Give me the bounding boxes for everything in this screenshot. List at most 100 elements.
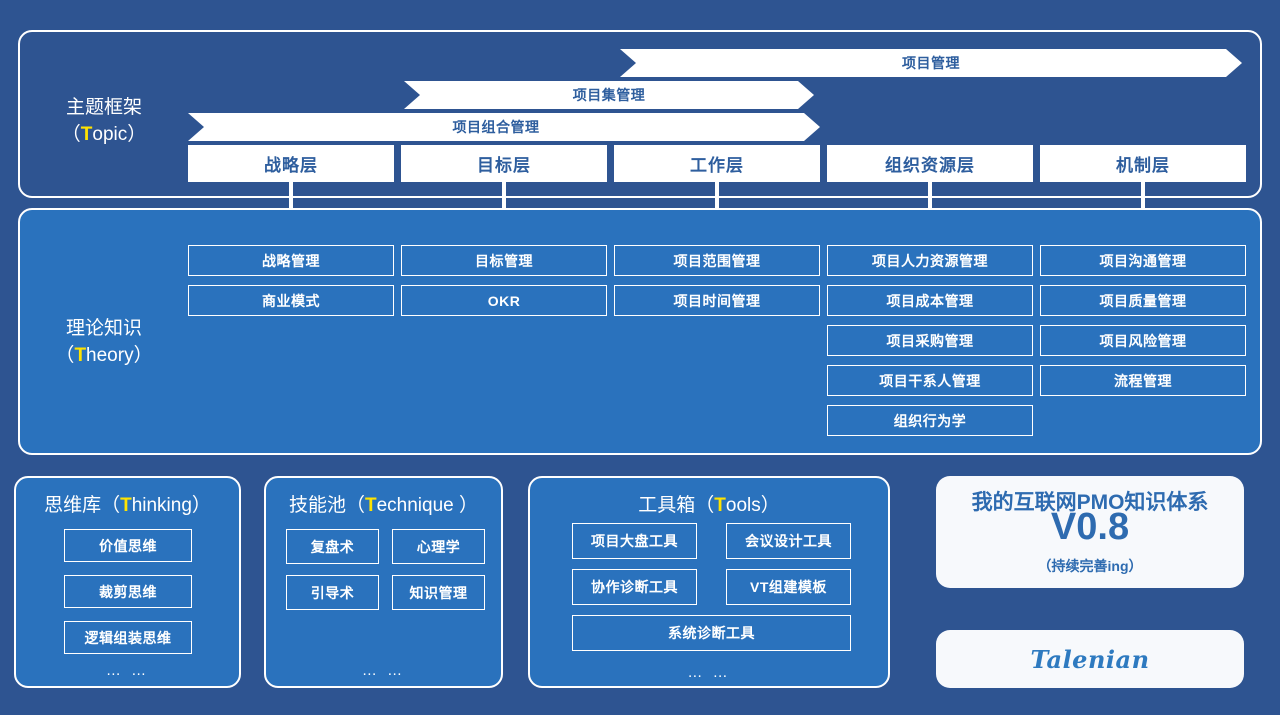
topic-caption: 主题框架 （Topic） [38, 95, 170, 149]
chip-label: 价值思维 [99, 537, 157, 554]
theory-chip-label: 商业模式 [262, 292, 320, 309]
theory-chip-label: 流程管理 [1114, 372, 1172, 389]
version-subtitle: （持续完善ing） [1037, 558, 1143, 574]
title-cn: 思维库（ [44, 495, 121, 516]
banner-label: 项目组合管理 [452, 119, 540, 135]
theory-chip[interactable]: 项目采购管理 [827, 325, 1033, 356]
theory-chip-label: 目标管理 [475, 252, 533, 269]
technique-item[interactable]: 心理学 [392, 529, 485, 564]
technique-panel: 技能池（Technique ） 复盘术 心理学 引导术 知识管理 … … [264, 476, 503, 688]
layer-box-mechanism[interactable]: 机制层 [1040, 145, 1246, 182]
thinking-item[interactable]: 逻辑组装思维 [64, 621, 192, 654]
chip-label: 复盘术 [310, 538, 355, 555]
tools-ellipsis: … … [687, 664, 731, 681]
technique-item[interactable]: 引导术 [286, 575, 379, 610]
title-initial: T [714, 495, 726, 516]
chip-label: 裁剪思维 [99, 583, 157, 600]
chip-label: 协作诊断工具 [591, 579, 678, 595]
logo-card: Talenian [936, 630, 1244, 688]
topic-initial: T [80, 123, 93, 145]
paren-open: （ [55, 344, 75, 366]
tools-item[interactable]: 系统诊断工具 [572, 615, 851, 651]
theory-chip-label: 项目干系人管理 [879, 372, 981, 389]
theory-initial: T [74, 344, 87, 366]
chip-label: 项目大盘工具 [591, 533, 678, 549]
layer-label: 目标层 [477, 156, 531, 175]
layer-label: 机制层 [1116, 156, 1170, 175]
theory-chip-label: 项目范围管理 [673, 252, 761, 269]
theory-chip[interactable]: 流程管理 [1040, 365, 1246, 396]
theory-chip-label: 组织行为学 [893, 412, 967, 429]
theory-chip-label: OKR [487, 292, 521, 309]
chip-label: 引导术 [310, 584, 355, 601]
theory-caption-en: （Theory） [38, 343, 170, 370]
chip-label: 心理学 [416, 538, 461, 555]
layer-label: 工作层 [690, 156, 744, 175]
theory-chip[interactable]: 项目沟通管理 [1040, 245, 1246, 276]
layer-box-goal[interactable]: 目标层 [401, 145, 607, 182]
theory-chip[interactable]: 项目范围管理 [614, 245, 820, 276]
theory-chip[interactable]: 项目质量管理 [1040, 285, 1246, 316]
chip-label: 系统诊断工具 [668, 625, 755, 641]
chip-label: VT组建模板 [750, 579, 827, 595]
banner-portfolio-management[interactable]: 项目组合管理 [188, 113, 820, 141]
thinking-item[interactable]: 裁剪思维 [64, 575, 192, 608]
theory-chip[interactable]: 战略管理 [188, 245, 394, 276]
layer-box-strategy[interactable]: 战略层 [188, 145, 394, 182]
thinking-item[interactable]: 价值思维 [64, 529, 192, 562]
theory-chip[interactable]: 项目风险管理 [1040, 325, 1246, 356]
layer-box-work[interactable]: 工作层 [614, 145, 820, 182]
version-card: 我的互联网PMO知识体系 V0.8 （持续完善ing） [936, 476, 1244, 588]
tools-item[interactable]: 协作诊断工具 [572, 569, 697, 605]
thinking-panel: 思维库（Thinking） 价值思维 裁剪思维 逻辑组装思维 … … [14, 476, 241, 688]
banner-program-management[interactable]: 项目集管理 [404, 81, 814, 109]
theory-caption-cn: 理论知识 [65, 318, 142, 339]
thinking-panel-title: 思维库（Thinking） [16, 490, 239, 517]
theory-chip[interactable]: 项目人力资源管理 [827, 245, 1033, 276]
theory-chip[interactable]: 项目成本管理 [827, 285, 1033, 316]
theory-chip-label: 项目质量管理 [1099, 292, 1187, 309]
tools-item[interactable]: 会议设计工具 [726, 523, 851, 559]
theory-chip[interactable]: 商业模式 [188, 285, 394, 316]
brand-logo-text: Talenian [1030, 644, 1150, 674]
title-cn: 技能池（ [288, 495, 365, 516]
banner-project-management[interactable]: 项目管理 [620, 49, 1242, 77]
technique-panel-title: 技能池（Technique ） [266, 490, 501, 517]
chip-label: 会议设计工具 [745, 533, 832, 549]
topic-caption-en: （Topic） [38, 122, 170, 149]
tools-panel: 工具箱（Tools） 项目大盘工具 会议设计工具 协作诊断工具 VT组建模板 系… [528, 476, 890, 688]
theory-chip[interactable]: 组织行为学 [827, 405, 1033, 436]
banner-label: 项目集管理 [572, 87, 646, 103]
theory-chip[interactable]: 项目干系人管理 [827, 365, 1033, 396]
theory-chip[interactable]: OKR [401, 285, 607, 316]
tools-panel-title: 工具箱（Tools） [530, 490, 888, 517]
title-rest: echnique ） [376, 495, 479, 516]
title-initial: T [120, 495, 132, 516]
theory-chip[interactable]: 项目时间管理 [614, 285, 820, 316]
theory-caption: 理论知识 （Theory） [38, 316, 170, 370]
chip-label: 逻辑组装思维 [84, 629, 172, 646]
title-initial: T [365, 495, 377, 516]
technique-item[interactable]: 复盘术 [286, 529, 379, 564]
theory-chip-label: 战略管理 [262, 252, 320, 269]
title-rest: ools） [725, 495, 780, 516]
topic-rest: opic） [92, 123, 147, 145]
layer-label: 组织资源层 [885, 156, 975, 175]
topic-caption-cn: 主题框架 [65, 97, 142, 118]
paren-open: （ [61, 123, 81, 145]
tools-item[interactable]: VT组建模板 [726, 569, 851, 605]
theory-chip[interactable]: 目标管理 [401, 245, 607, 276]
title-cn: 工具箱（ [638, 495, 715, 516]
theory-chip-label: 项目成本管理 [886, 292, 974, 309]
layer-label: 战略层 [264, 156, 318, 175]
technique-item[interactable]: 知识管理 [392, 575, 485, 610]
thinking-ellipsis: … … [105, 662, 150, 679]
title-rest: hinking） [131, 495, 211, 516]
theory-chip-label: 项目时间管理 [673, 292, 761, 309]
theory-chip-label: 项目风险管理 [1099, 332, 1187, 349]
theory-chip-label: 项目采购管理 [886, 332, 974, 349]
theory-chip-label: 项目沟通管理 [1099, 252, 1187, 269]
knowledge-map-page: 主题框架 （Topic） 项目管理 项目集管理 项目组合管理 战略层 目标层 工… [0, 0, 1280, 715]
layer-box-org-resource[interactable]: 组织资源层 [827, 145, 1033, 182]
tools-item[interactable]: 项目大盘工具 [572, 523, 697, 559]
